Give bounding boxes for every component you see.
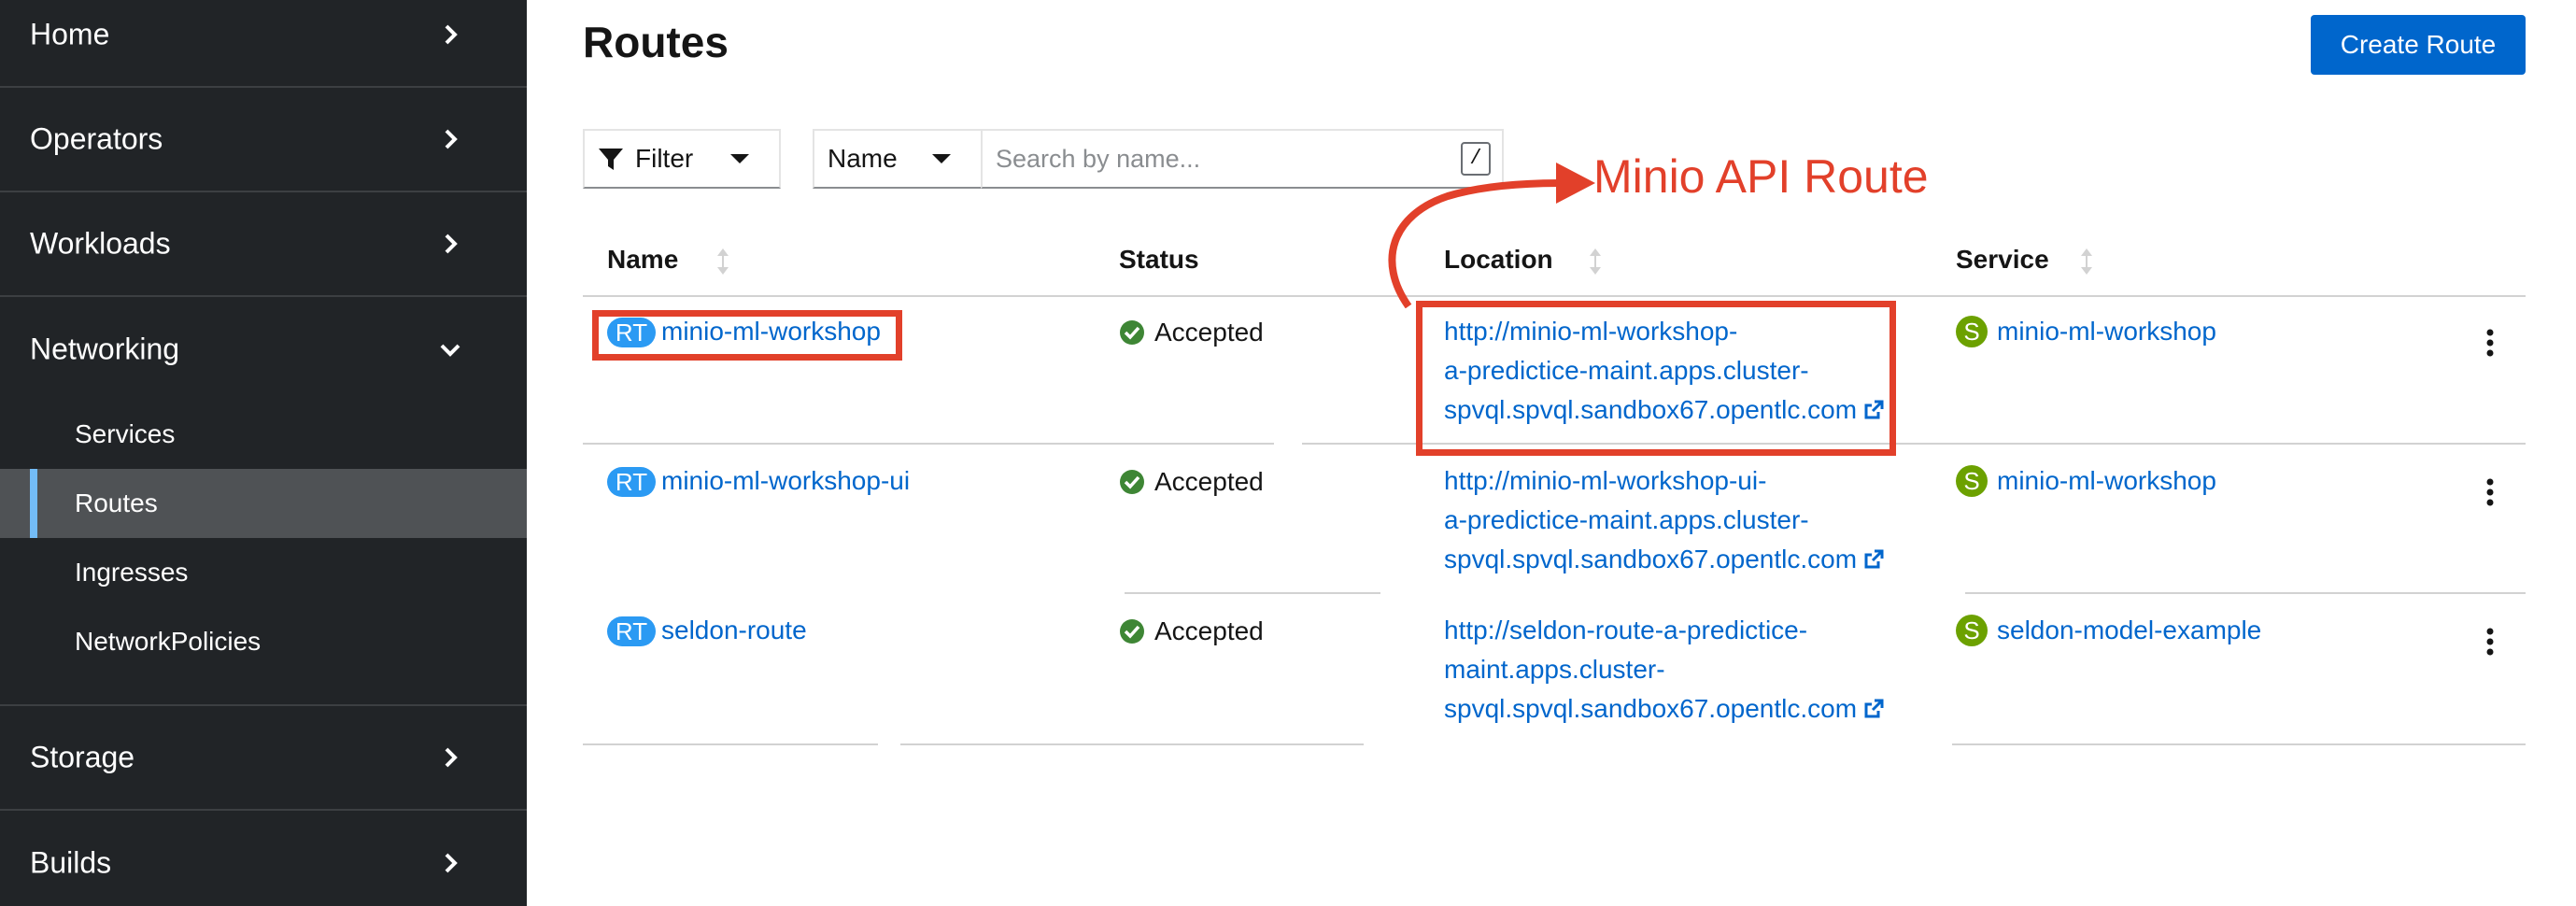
check-circle-icon [1120,320,1144,345]
service-link[interactable]: minio-ml-workshop [1997,461,2216,501]
service-link[interactable]: minio-ml-workshop [1997,312,2216,351]
attribute-select[interactable]: Name [813,129,983,189]
column-header-name[interactable]: Name [607,245,678,275]
external-link-icon [1864,699,1884,718]
chevron-right-icon [445,234,458,254]
nav-group-label: Operators [30,121,163,156]
service-badge: S [1956,316,1988,347]
location-link-line[interactable]: http://seldon-route-a-predictice- [1444,611,1807,650]
row-divider [900,743,1364,745]
highlight-box-route-name [592,310,902,361]
kebab-menu-icon[interactable] [2486,628,2494,656]
sidebar: Home Operators Workloads Networking Serv… [0,0,527,906]
column-header-service[interactable]: Service [1956,245,2049,275]
service-badge: S [1956,615,1988,646]
row-divider [583,443,1274,445]
location-link-text: spvql.spvql.sandbox67.opentlc.com [1444,694,1858,723]
sidebar-item-label: Routes [75,488,158,517]
service-badge: S [1956,465,1988,497]
sort-icon[interactable] [715,247,730,276]
kebab-menu-icon[interactable] [2486,478,2494,506]
route-badge: RT [607,467,656,497]
status-text: Accepted [1154,467,1264,496]
kebab-menu-icon[interactable] [2486,329,2494,357]
nav-group-workloads[interactable]: Workloads [0,192,527,297]
location-link-line[interactable]: spvql.spvql.sandbox67.opentlc.com [1444,540,1885,579]
sidebar-item-label: Services [75,419,176,448]
sidebar-item-label: Ingresses [75,558,189,587]
location-link-line[interactable]: http://minio-ml-workshop-ui- [1444,461,1766,501]
location-link-line[interactable]: spvql.spvql.sandbox67.opentlc.com [1444,689,1885,729]
sidebar-item-ingresses[interactable]: Ingresses [0,538,527,607]
chevron-right-icon [445,129,458,149]
row-divider [1952,743,2526,745]
check-circle-icon [1120,470,1144,494]
sidebar-item-networkpolicies[interactable]: NetworkPolicies [0,607,527,676]
location-link-line[interactable]: a-predictice-maint.apps.cluster- [1444,501,1809,540]
nav-group-networking[interactable]: Networking [0,297,527,402]
chevron-right-icon [445,853,458,873]
caret-down-icon [730,154,749,163]
sidebar-item-label: NetworkPolicies [75,627,262,656]
service-link[interactable]: seldon-model-example [1997,611,2261,650]
chevron-right-icon [445,747,458,768]
row-divider [1125,592,1380,594]
status-text: Accepted [1154,616,1264,645]
nav-group-storage[interactable]: Storage [0,706,527,811]
annotation-label: Minio API Route [1593,150,1929,203]
chevron-down-icon [440,344,460,357]
nav-group-home[interactable]: Home [0,0,527,88]
filter-dropdown[interactable]: Filter [583,129,781,189]
nav-group-label: Workloads [30,226,171,261]
location-link-line[interactable]: maint.apps.cluster- [1444,650,1665,689]
route-badge: RT [607,616,656,646]
filter-icon [599,149,623,170]
page-title: Routes [583,18,729,66]
nav-group-operators[interactable]: Operators [0,88,527,192]
attribute-select-label: Name [828,144,898,173]
filter-label: Filter [635,144,694,173]
location-link-text: spvql.spvql.sandbox67.opentlc.com [1444,545,1858,573]
row-divider [1965,592,2526,594]
create-route-button[interactable]: Create Route [2311,15,2526,75]
caret-down-icon [932,154,951,163]
sidebar-item-routes[interactable]: Routes [0,469,527,538]
column-header-status: Status [1119,245,1199,274]
nav-group-label: Networking [30,332,180,366]
highlight-box-location [1416,301,1896,456]
search-input[interactable] [996,138,1435,179]
nav-group-builds[interactable]: Builds [0,811,527,906]
sort-icon[interactable] [2079,247,2094,276]
chevron-right-icon [445,24,458,45]
nav-group-label: Builds [30,845,112,880]
status-text: Accepted [1154,318,1264,347]
sidebar-item-services[interactable]: Services [0,400,527,469]
route-name-link[interactable]: minio-ml-workshop-ui [661,461,910,501]
annotation-arrow-icon [1388,163,1595,308]
check-circle-icon [1120,619,1144,644]
nav-group-label: Storage [30,740,135,774]
route-name-link[interactable]: seldon-route [661,611,807,650]
row-divider [583,743,878,745]
nav-group-label: Home [30,17,110,51]
external-link-icon [1864,549,1884,569]
